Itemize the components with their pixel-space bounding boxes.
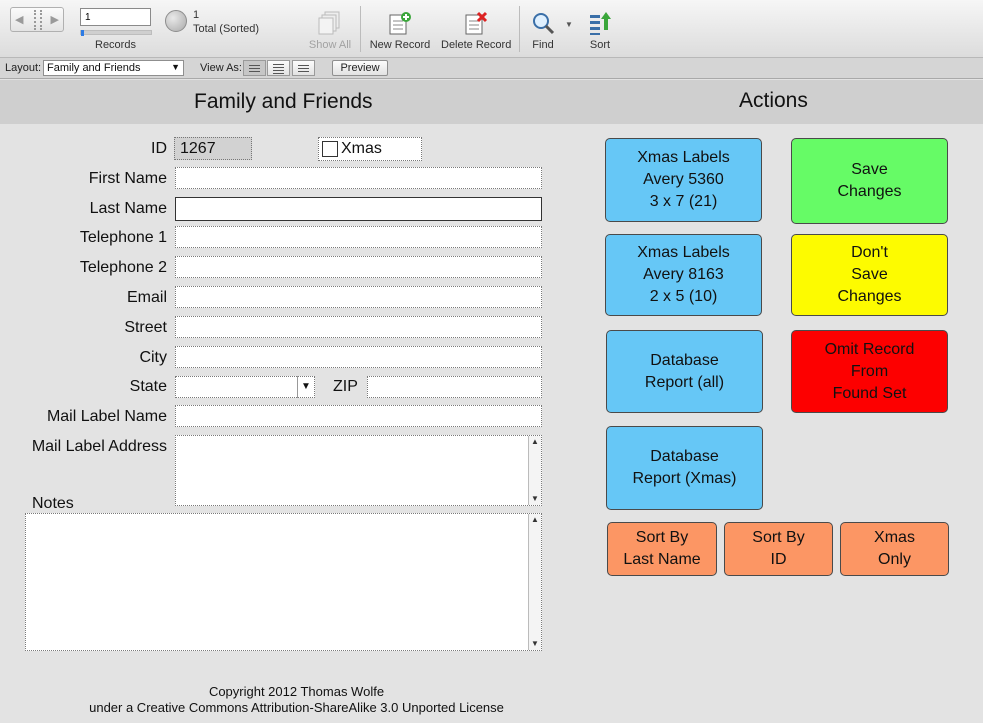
view-as-list-button[interactable]: [267, 60, 290, 76]
layout-select-value: Family and Friends: [47, 62, 141, 74]
xmas-labels-avery-8163-button[interactable]: Xmas Labels Avery 8163 2 x 5 (10): [605, 234, 762, 316]
xmas-only-button[interactable]: Xmas Only: [840, 522, 949, 576]
mail-label-address-field[interactable]: ▲ ▼: [175, 435, 542, 506]
city-field[interactable]: [175, 346, 542, 368]
database-report-all-button[interactable]: Database Report (all): [606, 330, 763, 413]
telephone-1-label: Telephone 1: [79, 229, 167, 246]
sort-by-id-button[interactable]: Sort By ID: [724, 522, 833, 576]
notes-scrollbar[interactable]: ▲ ▼: [528, 514, 541, 650]
page-title: Family and Friends: [194, 90, 373, 113]
telephone-2-field[interactable]: [175, 256, 542, 278]
found-set-pie-icon: [165, 10, 187, 32]
id-field[interactable]: 1267: [174, 137, 252, 160]
record-navigation-book[interactable]: ◀ ▶: [10, 7, 64, 32]
copyright-line-1: Copyright 2012 Thomas Wolfe: [208, 684, 385, 699]
mail-label-name-field[interactable]: [175, 405, 542, 427]
scroll-up-icon[interactable]: ▲: [529, 436, 541, 448]
layout-bar: Layout: Family and Friends ▼ View As: Pr…: [0, 58, 983, 79]
mail-address-scrollbar[interactable]: ▲ ▼: [528, 436, 541, 505]
notes-label: Notes: [32, 495, 74, 512]
records-label: Records: [95, 39, 136, 51]
state-field[interactable]: [175, 376, 315, 398]
save-changes-button[interactable]: Save Changes: [791, 138, 948, 224]
zip-label: ZIP: [333, 378, 358, 395]
actions-title: Actions: [739, 89, 808, 112]
xmas-checkbox[interactable]: [322, 141, 338, 157]
xmas-checkbox-field[interactable]: Xmas: [318, 137, 422, 161]
next-record-icon[interactable]: ▶: [51, 13, 59, 26]
layout-label: Layout:: [5, 62, 42, 74]
state-label: State: [129, 378, 167, 395]
street-field[interactable]: [175, 316, 542, 338]
email-label: Email: [126, 289, 167, 306]
telephone-1-field[interactable]: [175, 226, 542, 248]
layout-header: [0, 80, 983, 124]
new-record-icon: [389, 12, 411, 35]
omit-record-button[interactable]: Omit Record From Found Set: [791, 330, 948, 413]
dont-save-changes-button[interactable]: Don't Save Changes: [791, 234, 948, 316]
delete-record-button[interactable]: Delete Record: [441, 10, 511, 56]
current-record-input[interactable]: [80, 8, 151, 26]
notes-field[interactable]: ▲ ▼: [25, 513, 542, 651]
sort-by-last-name-button[interactable]: Sort By Last Name: [607, 522, 717, 576]
chevron-down-icon: ▼: [171, 62, 180, 72]
telephone-2-label: Telephone 2: [79, 259, 167, 276]
found-count: 1: [193, 9, 200, 21]
delete-record-icon: [465, 11, 488, 35]
xmas-labels-avery-5360-button[interactable]: Xmas Labels Avery 5360 3 x 7 (21): [605, 138, 762, 222]
sort-button[interactable]: Sort: [566, 10, 634, 56]
last-name-field[interactable]: [175, 197, 542, 221]
new-record-button[interactable]: New Record: [365, 10, 435, 56]
last-name-label: Last Name: [89, 200, 167, 217]
scroll-up-icon[interactable]: ▲: [529, 514, 541, 526]
scroll-down-icon[interactable]: ▼: [529, 493, 541, 505]
id-label: ID: [151, 140, 167, 157]
view-as-table-button[interactable]: [292, 60, 315, 76]
found-total-label: Total (Sorted): [193, 23, 260, 35]
mail-label-name-label: Mail Label Name: [46, 408, 167, 425]
sort-icon: [590, 12, 611, 35]
scroll-down-icon[interactable]: ▼: [529, 638, 541, 650]
mail-label-address-label: Mail Label Address: [31, 438, 167, 455]
database-report-xmas-button[interactable]: Database Report (Xmas): [606, 426, 763, 510]
magnifier-icon: [533, 13, 555, 35]
copyright-line-2: under a Creative Commons Attribution-Sha…: [89, 700, 504, 715]
delete-record-label: Delete Record: [441, 39, 512, 51]
street-label: Street: [124, 319, 167, 336]
zip-field[interactable]: [367, 376, 542, 398]
previous-record-icon[interactable]: ◀: [15, 13, 23, 26]
book-rings-icon: [34, 10, 42, 30]
record-slider[interactable]: [80, 30, 152, 36]
show-all-label: Show All: [308, 39, 352, 51]
xmas-checkbox-label: Xmas: [341, 140, 382, 157]
state-dropdown-chevron-down-icon[interactable]: ▼: [297, 376, 314, 398]
show-all-button[interactable]: Show All: [295, 10, 365, 56]
view-as-form-button[interactable]: [243, 60, 266, 76]
sort-label: Sort: [589, 39, 611, 51]
first-name-field[interactable]: [175, 167, 542, 189]
preview-button[interactable]: Preview: [332, 60, 388, 76]
show-all-icon: [318, 11, 340, 35]
first-name-label: First Name: [88, 170, 167, 187]
view-as-label: View As:: [200, 62, 242, 74]
layout-select[interactable]: Family and Friends ▼: [43, 60, 184, 76]
new-record-label: New Record: [369, 39, 431, 51]
status-toolbar: ◀ ▶ Records 1 Total (Sorted) Show All Ne…: [0, 0, 983, 58]
city-label: City: [139, 349, 167, 366]
email-field[interactable]: [175, 286, 542, 308]
